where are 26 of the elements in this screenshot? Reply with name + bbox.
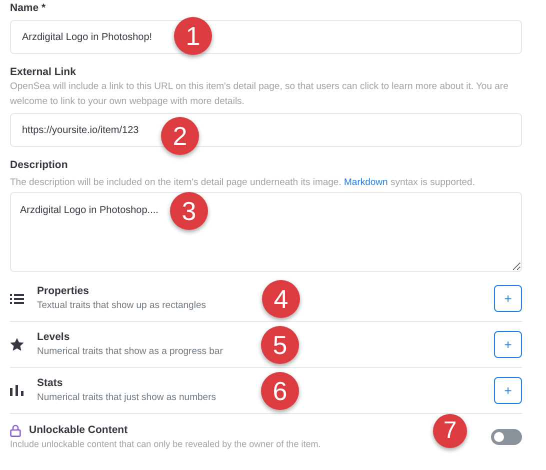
star-icon xyxy=(10,338,24,351)
section-subtitle: Textual traits that show up as rectangles xyxy=(37,299,206,313)
section-title: Stats xyxy=(37,376,63,391)
section-hint: Include unlockable content that can only be revealed by the owner of the item. xyxy=(10,438,321,450)
number-badge: 4 xyxy=(262,280,300,318)
field-label: Description xyxy=(10,159,68,172)
section-subtitle: Numerical traits that show as a progress bar xyxy=(37,345,223,359)
add-button[interactable]: + xyxy=(494,331,522,358)
section-title: Levels xyxy=(37,330,70,345)
list-icon xyxy=(10,294,24,304)
lock-icon xyxy=(10,424,21,436)
toggle-switch[interactable] xyxy=(491,429,522,445)
markdown-link[interactable]: Markdown xyxy=(344,177,388,188)
section-subtitle: Numerical traits that just show as numbers xyxy=(37,391,216,405)
add-button[interactable]: + xyxy=(494,377,522,404)
field-label: Name * xyxy=(10,2,46,15)
field-label: External Link xyxy=(10,66,76,79)
number-badge: 5 xyxy=(261,326,299,364)
section-title: Properties xyxy=(37,284,89,299)
field-hint: The description will be included on the item's detail page underneath its image. Markdown syntax is supported. xyxy=(10,176,475,190)
number-badge: 7 xyxy=(433,414,467,448)
number-badge: 6 xyxy=(261,372,299,410)
add-button[interactable]: + xyxy=(494,285,522,312)
bar-chart-icon xyxy=(10,385,24,396)
field-hint: OpenSea will include a link to this URL on this item's detail page, so that users can click to learn more about it. You are welcome to link to your own webpage with more details. xyxy=(10,80,510,109)
section-title: Unlockable Content xyxy=(29,422,128,438)
